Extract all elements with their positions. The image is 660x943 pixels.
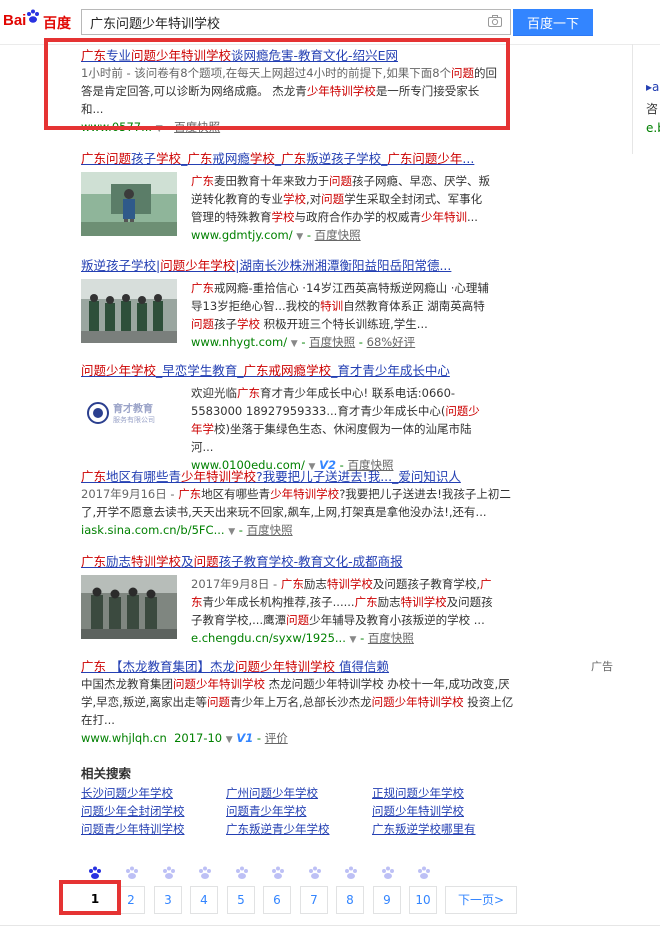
result-title[interactable]: 叛逆孩子学校|问题少年学校|湖南长沙株洲湘潭衡阳益阳岳阳常德...: [81, 257, 601, 274]
page-5[interactable]: 5: [227, 886, 255, 914]
paw-icon: [345, 866, 357, 879]
result-url[interactable]: iask.sina.com.cn/b/5FC... ▼ - 百度快照: [81, 521, 601, 541]
paw-icon: [236, 866, 248, 879]
result-5: 广东地区有哪些青少年特训学校?我要把儿子送进去!我..._爱问知识人 2017年…: [81, 468, 601, 541]
result-url[interactable]: www.nhygt.com/ ▼ - 百度快照 - 68%好评: [191, 333, 601, 353]
result-body: 2017年9月8日 - 广东励志特训学校及问题孩子教育学校,广东青少年成长机构推…: [191, 575, 601, 649]
bottom-divider: [0, 925, 660, 926]
result-2: 广东问题孩子学校_广东戒网瘾学校_广东叛逆孩子学校_广东问题少年... 广东麦田…: [81, 150, 601, 242]
page-7[interactable]: 7: [300, 886, 328, 914]
result-thumbnail[interactable]: [81, 575, 177, 639]
snapshot-link[interactable]: 百度快照: [368, 631, 414, 645]
next-page-button[interactable]: 下一页>: [445, 886, 517, 914]
page-8[interactable]: 8: [336, 886, 364, 914]
snapshot-link[interactable]: 百度快照: [315, 228, 361, 242]
related-link[interactable]: 广东叛逆青少年学校: [226, 821, 330, 837]
page-3[interactable]: 3: [154, 886, 182, 914]
result-ad: 广东 【杰龙教育集团】杰龙问题少年特训学校 值得信赖 广告 中国杰龙教育集团问题…: [81, 658, 613, 749]
related-link[interactable]: 正规问题少年学校: [372, 785, 464, 801]
result-body: 欢迎光临广东育才青少年成长中心! 联系电话:0660-5583000 18927…: [191, 384, 601, 476]
logo-subtext: 服务有限公司: [113, 416, 155, 424]
ad-label: 广告: [591, 660, 613, 673]
paw-icon: [418, 866, 430, 879]
paw-icon: [27, 9, 39, 23]
result-url[interactable]: www.gdmtjy.com/ ▼ - 百度快照: [191, 226, 601, 246]
result-thumbnail[interactable]: [81, 172, 177, 236]
right-panel-url: e.b: [646, 121, 660, 135]
result-abstract: 2017年9月16日 - 广东地区有哪些青少年特训学校?我要把儿子送进去!我孩子…: [81, 487, 511, 519]
related-link[interactable]: 广东叛逆学校哪里有: [372, 821, 476, 837]
result-title[interactable]: 广东 【杰龙教育集团】杰龙问题少年特训学校 值得信赖: [81, 658, 601, 675]
result-abstract: 广东麦田教育十年来致力于问题孩子网瘾、早恋、厌学、叛逆转化教育的专业学校,对问题…: [191, 174, 490, 224]
logo-du: 百度: [43, 16, 71, 32]
result-title[interactable]: 广东励志特训学校及问题孩子教育学校-教育文化-成都商报: [81, 553, 601, 570]
result-4: 问题少年学校_早恋学生教育_广东戒网瘾学校_育才青少年成长中心 育才教育 服务有…: [81, 362, 601, 472]
baidu-logo[interactable]: Bai 百度: [3, 8, 73, 36]
paw-icon: [199, 866, 211, 879]
page-10[interactable]: 10: [409, 886, 437, 914]
result-title[interactable]: 问题少年学校_早恋学生教育_广东戒网瘾学校_育才青少年成长中心: [81, 362, 601, 379]
paw-icon: [163, 866, 175, 879]
result-title[interactable]: 广东问题孩子学校_广东戒网瘾学校_广东叛逆孩子学校_广东问题少年...: [81, 150, 601, 167]
related-link[interactable]: 长沙问题少年学校: [81, 785, 173, 801]
rating-link[interactable]: 评价: [265, 731, 288, 745]
result-abstract: 广东戒网瘾-重拾信心 ·14岁江西英高特叛逆网瘾山 ·心理辅导13岁拒绝心智..…: [191, 281, 489, 331]
result-3: 叛逆孩子学校|问题少年学校|湖南长沙株洲湘潭衡阳益阳岳阳常德... 广东戒网瘾-…: [81, 257, 601, 349]
related-heading: 相关搜索: [81, 766, 132, 781]
highlight-box-first-result: [44, 38, 510, 130]
related-link[interactable]: 问题青少年学校: [226, 803, 307, 819]
page-4[interactable]: 4: [190, 886, 218, 914]
snapshot-link[interactable]: 百度快照: [247, 523, 293, 537]
paw-icon: [126, 866, 138, 879]
result-6: 广东励志特训学校及问题孩子教育学校-教育文化-成都商报 2017年9月8日 - …: [81, 553, 601, 645]
result-body: 广东戒网瘾-重拾信心 ·14岁江西英高特叛逆网瘾山 ·心理辅导13岁拒绝心智..…: [191, 279, 601, 353]
result-body: 广东麦田教育十年来致力于问题孩子网瘾、早恋、厌学、叛逆转化教育的专业学校,对问题…: [191, 172, 601, 246]
logo-bai: Bai: [3, 12, 27, 29]
search-box[interactable]: [81, 9, 511, 35]
highlight-box-current-page: [59, 880, 121, 915]
right-divider: [632, 44, 633, 154]
related-link[interactable]: 问题少年全封闭学校: [81, 803, 185, 819]
paw-icon: [272, 866, 284, 879]
result-title[interactable]: 广东地区有哪些青少年特训学校?我要把儿子送进去!我..._爱问知识人: [81, 468, 601, 485]
search-button[interactable]: 百度一下: [513, 9, 593, 36]
paw-icon: [309, 866, 321, 879]
paw-icon: [89, 866, 101, 879]
pagination: 1 2 3 4 5 6 7 8 9 10 下一页>: [59, 860, 619, 920]
page-6[interactable]: 6: [263, 886, 291, 914]
school-emblem-icon: [87, 402, 109, 424]
related-link[interactable]: 问题少年特训学校: [372, 803, 464, 819]
result-abstract: 中国杰龙教育集团问题少年特训学校 杰龙问题少年特训学校 办校十一年,成功改变,厌…: [81, 677, 514, 727]
result-thumbnail[interactable]: [81, 279, 177, 343]
result-abstract: 欢迎光临广东育才青少年成长中心! 联系电话:0660-5583000 18927…: [191, 386, 480, 454]
related-link[interactable]: 广州问题少年学校: [226, 785, 318, 801]
right-panel-link[interactable]: ▸a: [646, 80, 659, 94]
camera-icon[interactable]: [488, 15, 502, 27]
result-url[interactable]: e.chengdu.cn/syxw/1925... ▼ - 百度快照: [191, 629, 601, 649]
result-url[interactable]: www.whjlqh.cn 2017-10 ▼ V1 - 评价: [81, 729, 601, 749]
right-panel-text: 咨: [646, 102, 659, 116]
logo-text: 育才教育: [113, 404, 153, 415]
search-input[interactable]: [82, 10, 488, 34]
page-9[interactable]: 9: [373, 886, 401, 914]
paw-icon: [382, 866, 394, 879]
rating-link[interactable]: 68%好评: [367, 335, 416, 349]
page-2[interactable]: 2: [117, 886, 145, 914]
snapshot-link[interactable]: 百度快照: [309, 335, 355, 349]
related-link[interactable]: 问题青少年特训学校: [81, 821, 185, 837]
v-badge[interactable]: V1: [236, 731, 253, 745]
result-logo[interactable]: 育才教育 服务有限公司: [81, 384, 177, 448]
result-abstract: 2017年9月8日 - 广东励志特训学校及问题孩子教育学校,广东青少年成长机构推…: [191, 577, 493, 627]
